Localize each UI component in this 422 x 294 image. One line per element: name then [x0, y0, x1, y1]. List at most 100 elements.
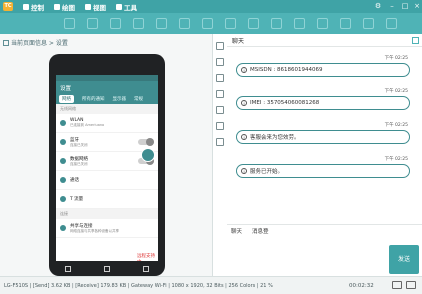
menu-tools-label: 工具: [124, 3, 137, 12]
tab-message-log[interactable]: 消息登: [252, 227, 269, 235]
device-info-icon[interactable]: [216, 106, 224, 114]
chat-input-area: 聊天 消息登 发送: [227, 224, 422, 276]
touch-highlight: [141, 148, 155, 162]
share-icon: [60, 225, 66, 231]
section-wireless: 无线网络: [56, 104, 158, 114]
wifi-icon: [60, 120, 66, 126]
home-icon[interactable]: [103, 265, 110, 272]
menu-control[interactable]: 控制: [23, 2, 44, 12]
menu-view[interactable]: 视图: [85, 2, 106, 12]
phone-header: 设置: [56, 81, 158, 93]
call-icon: [60, 177, 66, 183]
toolbar-rect-icon[interactable]: [179, 18, 190, 29]
toolbar-lock-icon[interactable]: [294, 18, 305, 29]
msg-time: 下午 02:25: [384, 123, 408, 128]
toolbar-shape-icon[interactable]: [156, 18, 167, 29]
settings-icon[interactable]: [406, 281, 416, 289]
row-sub: 连接已关闭: [70, 161, 88, 166]
toolbar-text-icon[interactable]: [133, 18, 144, 29]
row-call[interactable]: 通话: [56, 171, 158, 190]
toolbar-home-icon[interactable]: [64, 18, 75, 29]
settings-icon[interactable]: ⚙: [374, 2, 382, 10]
phone-frame: 设置 网络 所有的通知 显示器 常规 无线网络 WLAN 已连接到 Ameriua…: [49, 54, 165, 276]
toolbar-fullscreen-icon[interactable]: [317, 18, 328, 29]
minimize-button[interactable]: –: [388, 2, 396, 10]
row-title: 通话: [70, 178, 79, 183]
row-sub: 已连接到 Ameriuano: [70, 123, 105, 127]
layers-icon[interactable]: [216, 42, 224, 50]
toolbar-capture-icon[interactable]: [202, 18, 213, 29]
msg-time: 下午 02:25: [384, 157, 408, 162]
phone-screen[interactable]: 设置 网络 所有的通知 显示器 常规 无线网络 WLAN 已连接到 Ameriua…: [56, 75, 158, 261]
session-time: 00:02:32: [349, 283, 374, 289]
phone-tabs: 网络 所有的通知 显示器 常规: [56, 93, 158, 104]
document-icon[interactable]: [216, 122, 224, 130]
msg-time: 下午 02:25: [384, 56, 408, 61]
toolbar-rotate-icon[interactable]: [271, 18, 282, 29]
menu-paint[interactable]: 绘图: [54, 2, 75, 12]
send-button[interactable]: 发送: [389, 245, 419, 274]
chat-message: i IMEI : 357054060081268: [236, 96, 410, 110]
toolbar-settings-icon[interactable]: [386, 18, 397, 29]
phone-tab-general[interactable]: 常规: [134, 96, 143, 102]
section-connect: 连接: [56, 209, 158, 219]
msg-time: 下午 02:25: [384, 89, 408, 94]
info-icon: i: [241, 100, 247, 106]
row-share[interactable]: 共享与连接 网络连接与共享各种设备以共享: [56, 219, 158, 238]
checklist-icon[interactable]: [216, 74, 224, 82]
row-title: 数据网络: [70, 156, 88, 162]
msg-text: 客服会来为您效劳。: [250, 135, 300, 141]
breadcrumb-text: 当前页面信息 > 设置: [11, 40, 68, 47]
menu-tools[interactable]: 工具: [116, 2, 137, 12]
tablet-icon[interactable]: [216, 138, 224, 146]
row-wlan[interactable]: WLAN 已连接到 Ameriuano: [56, 114, 158, 133]
toolbar-key-icon[interactable]: [225, 18, 236, 29]
msg-text: IMEI : 357054060081268: [250, 100, 320, 106]
toolbar: [0, 13, 422, 34]
phone-tab-display[interactable]: 显示器: [113, 96, 127, 102]
title-bar: TC 控制 绘图 视图 工具 ⚙ – □ ×: [0, 0, 422, 13]
remote-support-label: 远程支持中: [137, 254, 155, 261]
chat-panel: 聊天 下午 02:25 i MSISDN : 8618601944069 下午 0…: [227, 34, 422, 276]
input-tabs: 聊天 消息登: [227, 225, 422, 237]
chat-header: 聊天: [227, 34, 422, 47]
page-icon: [3, 39, 9, 46]
sliders-icon[interactable]: [216, 58, 224, 66]
tools-icon: [116, 3, 122, 10]
paint-icon: [54, 3, 60, 10]
app-logo: TC: [3, 2, 13, 11]
status-text: LG-F510S | [Send] 3.62 KB | [Receive] 17…: [4, 282, 273, 289]
chat-clear-icon[interactable]: [412, 37, 419, 44]
msg-text: MSISDN : 8618601944069: [250, 67, 323, 73]
phone-tab-network[interactable]: 网络: [59, 94, 74, 103]
toolbar-scale-icon[interactable]: [340, 18, 351, 29]
camera-icon[interactable]: [392, 281, 402, 289]
toolbar-pen-icon[interactable]: [87, 18, 98, 29]
traffic-icon: [60, 196, 66, 202]
recent-apps-icon[interactable]: [142, 265, 149, 272]
toolbar-keyboard-icon[interactable]: [248, 18, 259, 29]
data-icon: [60, 158, 66, 164]
row-sub: 连接已关闭: [70, 142, 88, 147]
chat-message: i 客服会来为您效劳。: [236, 130, 410, 144]
row-traffic[interactable]: T 流量: [56, 190, 158, 209]
back-icon[interactable]: [65, 265, 72, 272]
tab-chat[interactable]: 聊天: [231, 227, 242, 235]
side-rail: [212, 34, 227, 276]
menu-view-label: 视图: [93, 3, 106, 12]
msg-text: 服务已开始。: [250, 169, 284, 175]
close-button[interactable]: ×: [413, 2, 421, 10]
view-icon: [85, 3, 91, 10]
bluetooth-icon: [60, 139, 66, 145]
menu-control-label: 控制: [31, 3, 44, 12]
toolbar-arrow-icon[interactable]: [110, 18, 121, 29]
row-sub: 网络连接与共享各种设备以共享: [70, 228, 119, 233]
info-icon: i: [241, 168, 247, 174]
sync-icon[interactable]: [216, 90, 224, 98]
row-title: T 流量: [70, 197, 84, 202]
phone-tab-notify[interactable]: 所有的通知: [82, 96, 105, 102]
toolbar-power-icon[interactable]: [363, 18, 374, 29]
maximize-button[interactable]: □: [401, 2, 409, 10]
bluetooth-toggle[interactable]: [138, 138, 154, 146]
status-bar: LG-F510S | [Send] 3.62 KB | [Receive] 17…: [0, 276, 422, 294]
